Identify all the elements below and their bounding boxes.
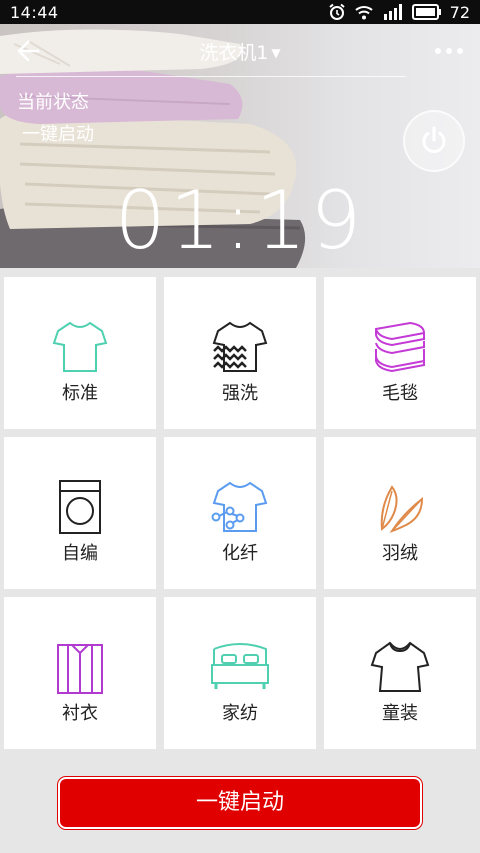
tshirt-icon [52, 321, 108, 372]
program-label: 家纺 [222, 703, 258, 724]
wifi-icon [354, 4, 374, 20]
current-state-label: 当前状态 [17, 92, 89, 113]
program-heavy[interactable]: 强洗 [164, 277, 316, 429]
program-synthetic[interactable]: 化纤 [164, 437, 316, 589]
washer-icon [59, 480, 101, 534]
caret-down-icon: ▼ [271, 46, 281, 60]
status-bar: 14:44 72 [0, 0, 480, 24]
device-title: 洗衣机1 [199, 42, 269, 64]
program-kids[interactable]: 童装 [324, 597, 476, 749]
device-selector[interactable]: 洗衣机1 ▼ [0, 38, 480, 65]
blanket-icon [374, 321, 426, 373]
program-label: 童装 [382, 703, 418, 724]
shirt-icon [57, 644, 103, 694]
tshirt-molecule-icon [211, 481, 268, 532]
program-label: 羽绒 [382, 543, 418, 564]
program-label: 自编 [62, 543, 98, 564]
more-dots-icon [435, 48, 463, 54]
kids-dress-icon [370, 641, 430, 692]
program-blanket[interactable]: 毛毯 [324, 277, 476, 429]
program-down[interactable]: 羽绒 [324, 437, 476, 589]
current-state-value: 一键启动 [22, 124, 94, 145]
program-label: 强洗 [222, 383, 258, 404]
alarm-icon [328, 3, 346, 21]
one-key-start-button[interactable]: 一键启动 [58, 777, 422, 829]
program-label: 化纤 [222, 543, 258, 564]
bed-icon [211, 643, 269, 689]
program-custom[interactable]: 自编 [4, 437, 156, 589]
program-label: 毛毯 [382, 383, 418, 404]
tshirt-waves-icon [212, 321, 268, 372]
program-shirt[interactable]: 衬衣 [4, 597, 156, 749]
power-button[interactable] [403, 110, 465, 172]
countdown-timer: 01:19 [114, 174, 366, 267]
program-home-textile[interactable]: 家纺 [164, 597, 316, 749]
program-standard[interactable]: 标准 [4, 277, 156, 429]
hero-banner: 洗衣机1 ▼ 当前状态 一键启动 01:19 [0, 24, 480, 268]
battery-percent: 72 [449, 2, 470, 22]
program-label: 衬衣 [62, 703, 98, 724]
power-icon [422, 126, 446, 153]
battery-icon [411, 4, 442, 20]
signal-icon [382, 4, 404, 20]
status-time: 14:44 [10, 2, 59, 22]
header-divider [16, 76, 406, 77]
program-label: 标准 [62, 383, 98, 404]
feather-icon [380, 485, 424, 533]
more-button[interactable] [434, 42, 464, 60]
